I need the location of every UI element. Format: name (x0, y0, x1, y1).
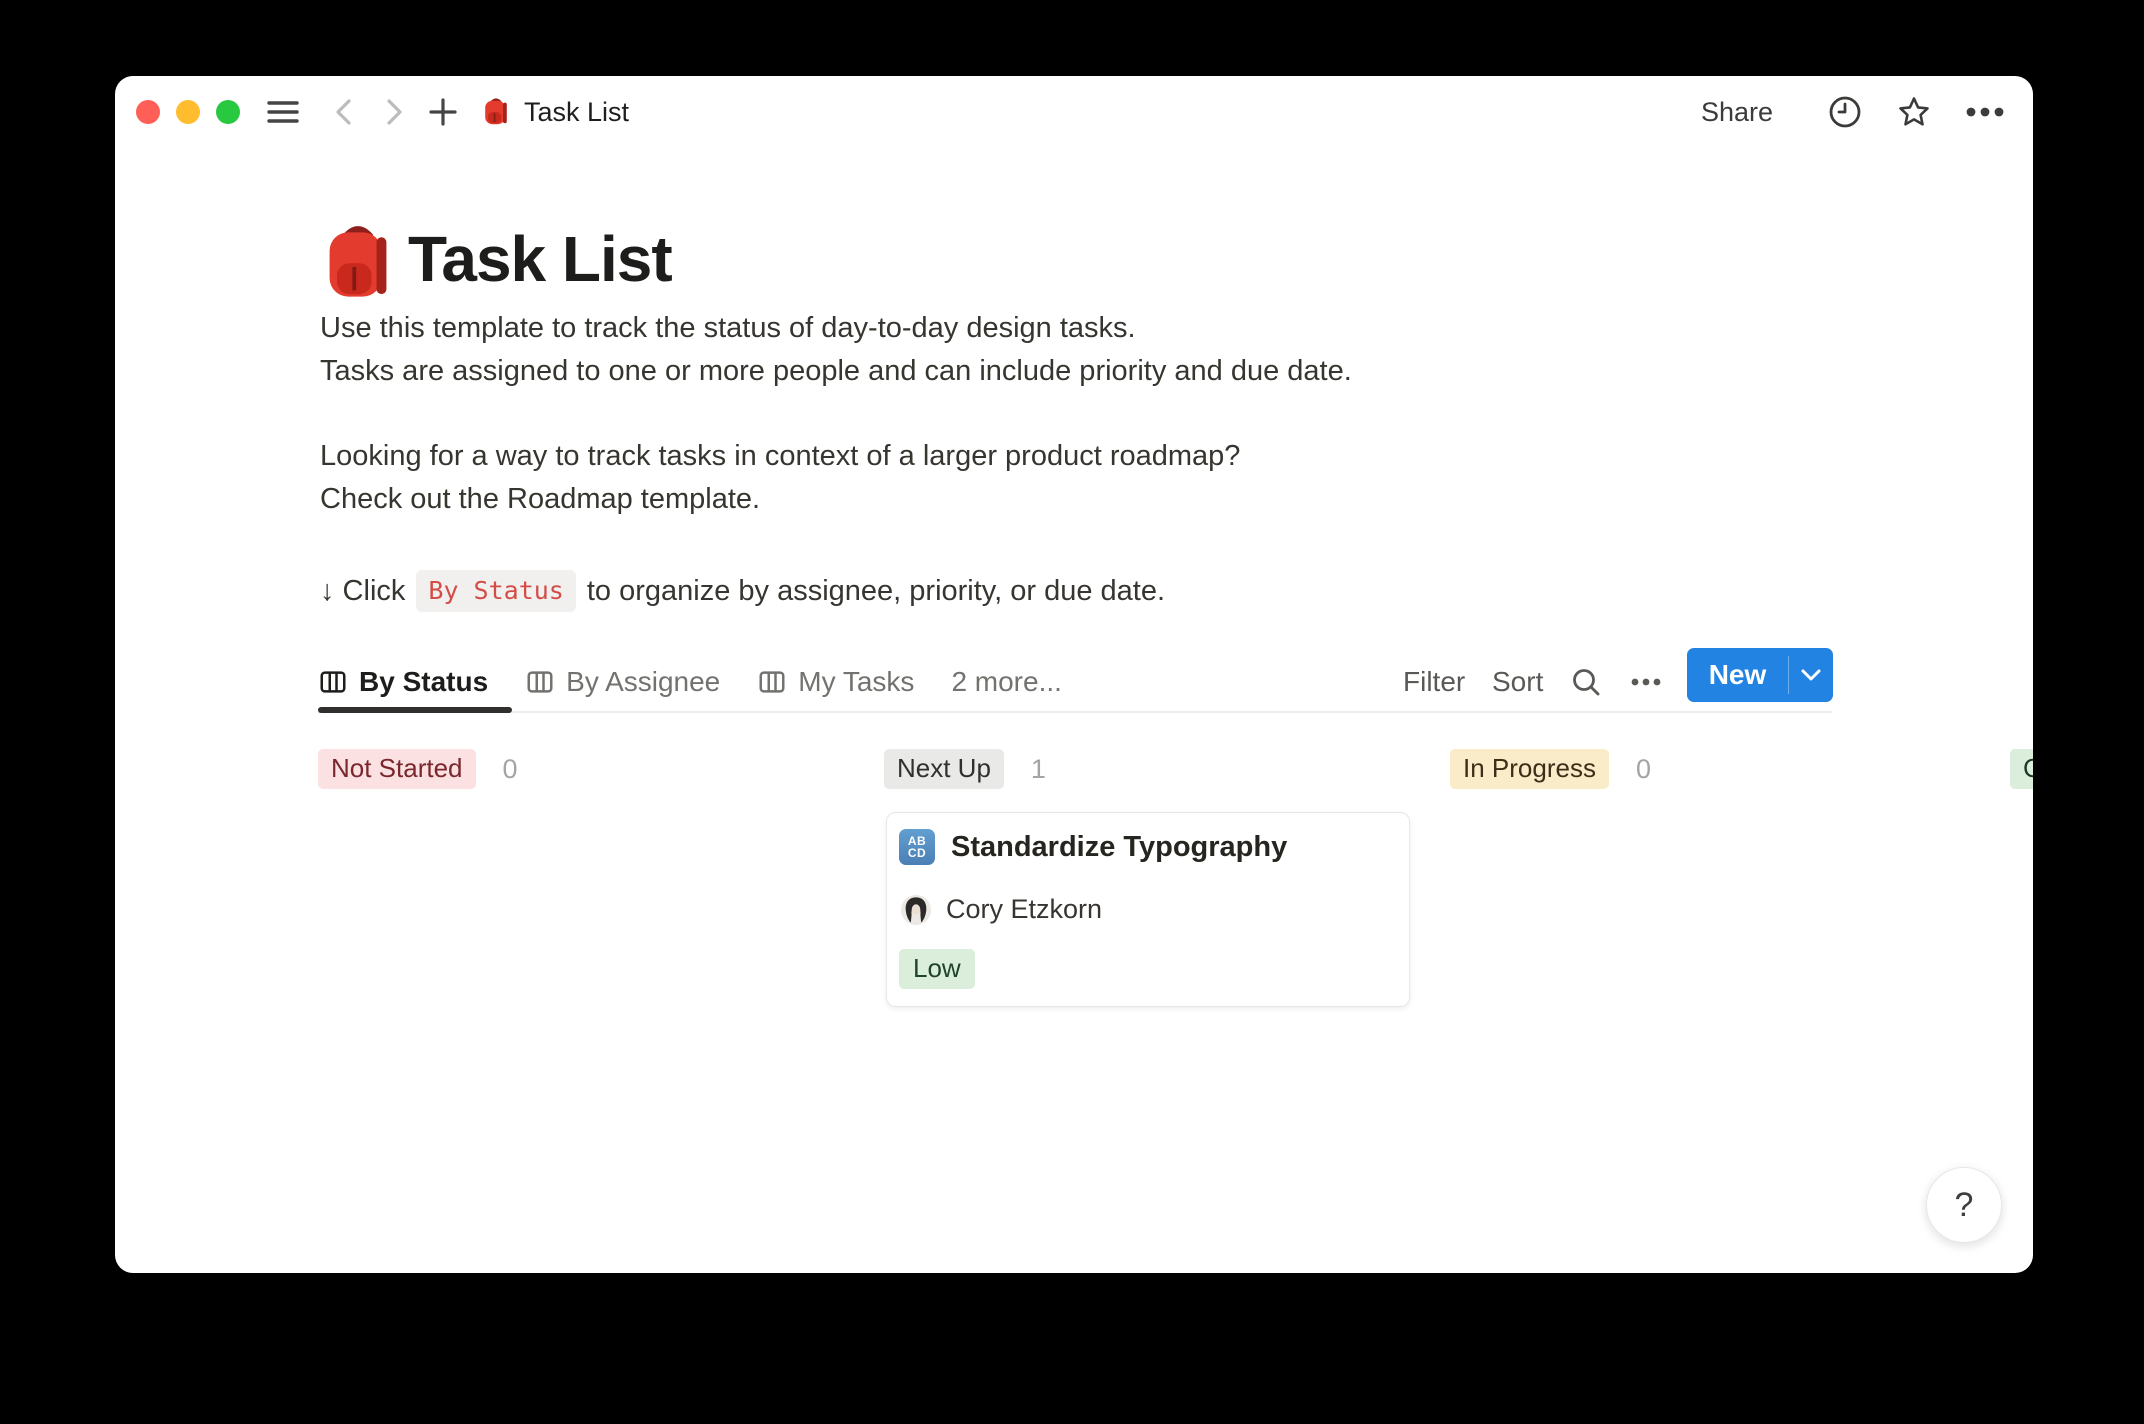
nav-forward-icon[interactable] (377, 76, 411, 148)
abcd-input-icon: AB CD (899, 829, 935, 865)
active-tab-underline (318, 707, 512, 713)
favorite-star-icon[interactable] (1886, 76, 1942, 148)
tab-more-views[interactable]: 2 more... (951, 666, 1061, 698)
tab-label: My Tasks (798, 666, 914, 698)
page-backpack-icon[interactable] (318, 220, 398, 304)
column-count: 0 (1636, 754, 1651, 785)
status-badge[interactable]: Next Up (884, 749, 1004, 789)
card-title[interactable]: Standardize Typography (951, 831, 1287, 864)
description-line: Use this template to track the status of… (320, 307, 1136, 350)
column-header[interactable]: C (2010, 748, 2033, 790)
search-icon[interactable] (1561, 660, 1611, 704)
view-tabs: By Status By Assignee My Tasks 2 more... (318, 660, 1062, 704)
tab-my-tasks[interactable]: My Tasks (757, 666, 914, 698)
column-in-progress: In Progress 0 New (1450, 748, 1980, 790)
titlebar: Task List Share (115, 76, 2033, 148)
column-header[interactable]: In Progress 0 (1450, 748, 1980, 790)
description-line: Check out the Roadmap template. (320, 478, 760, 521)
tab-by-assignee[interactable]: By Assignee (525, 666, 720, 698)
hint-line: ↓ Click By Status to organize by assigne… (320, 570, 1165, 612)
assignee-name: Cory Etzkorn (946, 894, 1102, 925)
titlebar-page-title: Task List (524, 97, 629, 128)
column-count: 1 (1031, 754, 1046, 785)
close-window-button[interactable] (136, 100, 160, 124)
share-button[interactable]: Share (1701, 76, 1773, 148)
sort-button[interactable]: Sort (1492, 660, 1543, 704)
status-badge[interactable]: In Progress (1450, 749, 1609, 789)
new-button-chevron-down-icon[interactable] (1789, 648, 1833, 702)
priority-badge: Low (899, 949, 975, 989)
new-button-label[interactable]: New (1687, 648, 1788, 702)
column-not-started: Not Started 0 New (318, 748, 848, 790)
fullscreen-window-button[interactable] (216, 100, 240, 124)
hint-suffix: to organize by assignee, priority, or du… (587, 575, 1165, 608)
tab-by-status[interactable]: By Status (318, 666, 488, 698)
assignee-avatar (901, 895, 931, 925)
column-header[interactable]: Next Up 1 (884, 748, 1414, 790)
task-card[interactable]: AB CD Standardize Typography Cory Etzkor… (886, 812, 1410, 1007)
page-title[interactable]: Task List (408, 222, 672, 296)
app-window: Task List Share Task List Use this templ… (115, 76, 2033, 1273)
more-options-icon[interactable] (1957, 76, 2013, 148)
sidebar-toggle-icon[interactable] (265, 76, 301, 148)
nav-back-icon[interactable] (327, 76, 361, 148)
titlebar-breadcrumb[interactable]: Task List (481, 76, 629, 148)
column-completed-clipped: C New (2010, 748, 2033, 790)
tab-label: By Status (359, 666, 488, 698)
backpack-icon (481, 96, 511, 128)
hint-prefix: ↓ Click (320, 575, 405, 608)
new-page-plus-icon[interactable] (425, 76, 461, 148)
inline-code-by-status: By Status (416, 570, 575, 612)
viewbar-divider (318, 711, 1832, 713)
column-header[interactable]: Not Started 0 (318, 748, 848, 790)
view-options-icon[interactable] (1619, 660, 1673, 704)
column-count: 0 (503, 754, 518, 785)
description-line: Tasks are assigned to one or more people… (320, 350, 1352, 393)
status-badge[interactable]: C (2010, 749, 2033, 789)
status-badge[interactable]: Not Started (318, 749, 476, 789)
description-line: Looking for a way to track tasks in cont… (320, 435, 1240, 478)
updates-clock-icon[interactable] (1817, 76, 1873, 148)
new-task-button[interactable]: New (1687, 648, 1833, 702)
minimize-window-button[interactable] (176, 100, 200, 124)
help-button[interactable]: ? (1926, 1167, 2002, 1243)
filter-button[interactable]: Filter (1403, 660, 1465, 704)
tab-label: 2 more... (951, 666, 1061, 698)
column-next-up: Next Up 1 AB CD Standardize Typography (884, 748, 1414, 790)
tab-label: By Assignee (566, 666, 720, 698)
